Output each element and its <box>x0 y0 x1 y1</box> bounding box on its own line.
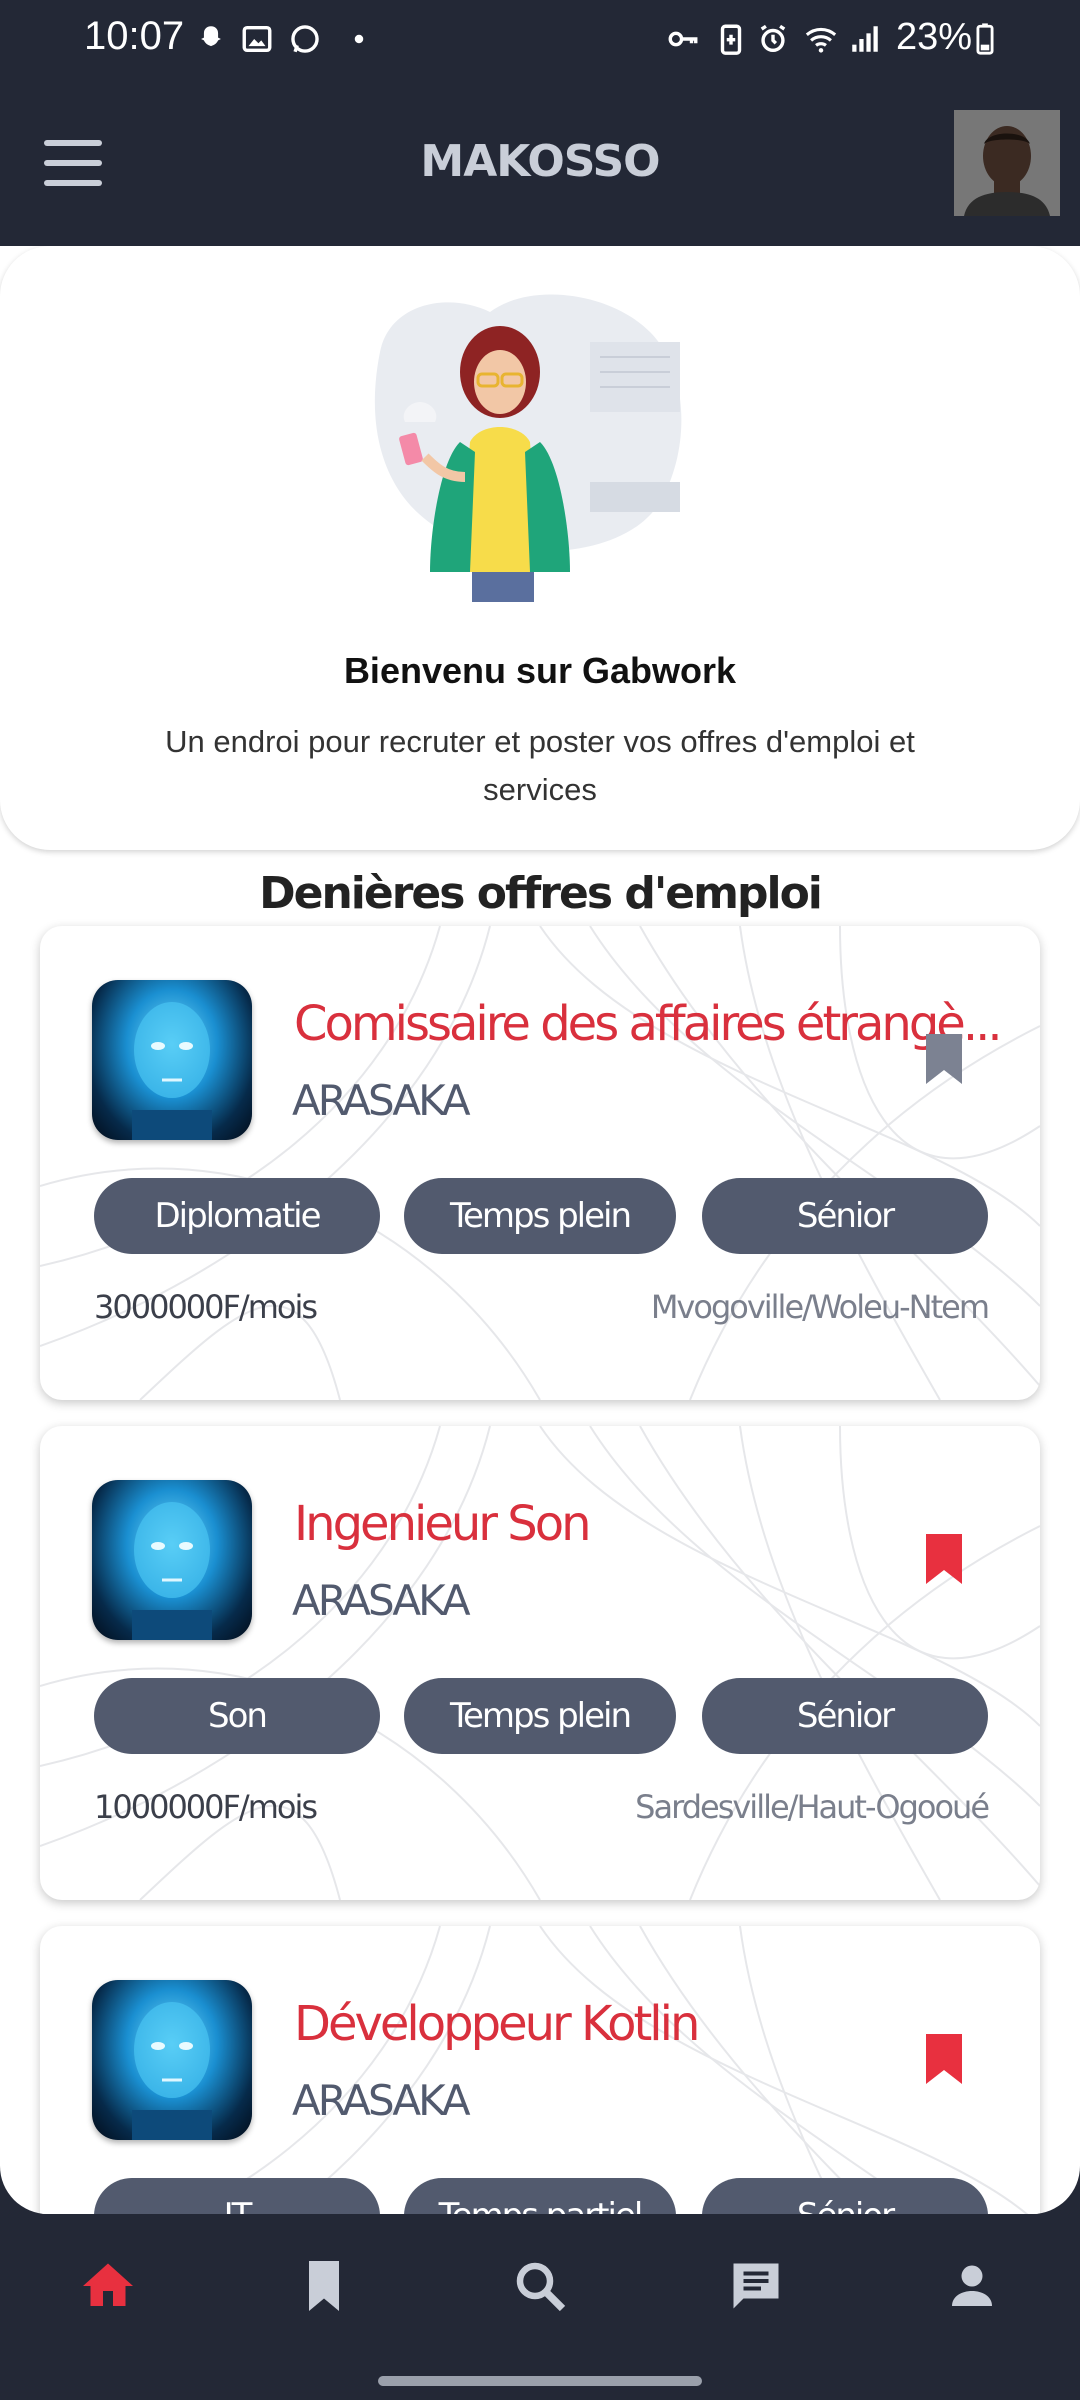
status-bar: 10:07 23% <box>0 0 1080 80</box>
avatar[interactable] <box>954 110 1060 216</box>
contract-tag[interactable]: Temps plein <box>404 1178 676 1254</box>
home-indicator[interactable] <box>378 2376 702 2386</box>
category-tag[interactable]: Diplomatie <box>94 1178 380 1254</box>
battery-percentage: 23% <box>896 16 973 58</box>
bookmark-icon[interactable] <box>924 2034 964 2084</box>
job-card[interactable]: Ingenieur Son ARASAKA Son Temps plein Sé… <box>40 1426 1040 1900</box>
company-logo <box>92 1980 252 2140</box>
app-bar: MAKOSSO <box>0 80 1080 246</box>
welcome-subtitle: Un endroi pour recruter et poster vos of… <box>165 724 915 807</box>
key-icon <box>668 31 698 47</box>
job-company: ARASAKA <box>292 1076 471 1125</box>
company-logo <box>92 980 252 1140</box>
contract-tag[interactable]: Temps partiel <box>404 2178 676 2214</box>
job-salary: 1000000F/mois <box>94 1788 318 1826</box>
section-title: Denières offres d'emploi <box>259 868 823 919</box>
battery-icon <box>976 23 994 55</box>
job-title: Ingenieur Son <box>294 1496 592 1552</box>
gallery-icon <box>242 25 272 53</box>
bookmark-icon[interactable] <box>924 1534 964 1584</box>
whatsapp-icon <box>291 25 319 53</box>
job-salary: 3000000F/mois <box>94 1288 318 1326</box>
contract-tag[interactable]: Temps plein <box>404 1678 676 1754</box>
content-sheet: Bienvenu sur Gabwork Un endroi pour recr… <box>0 246 1080 2214</box>
alarm-icon <box>760 24 786 53</box>
app-title: MAKOSSO <box>420 136 660 187</box>
search-icon[interactable] <box>510 2256 570 2316</box>
job-location: Mvogoville/Woleu-Ntem <box>650 1288 990 1326</box>
snapchat-icon <box>201 26 221 47</box>
level-tag[interactable]: Sénior <box>702 1178 988 1254</box>
bottom-navigation <box>0 2214 1080 2400</box>
welcome-title: Bienvenu sur Gabwork <box>343 650 737 691</box>
category-tag[interactable]: IT <box>94 2178 380 2214</box>
wifi-icon <box>805 27 837 53</box>
level-tag[interactable]: Sénior <box>702 2178 988 2214</box>
level-tag[interactable]: Sénior <box>702 1678 988 1754</box>
profile-icon[interactable] <box>942 2256 1002 2316</box>
dot-icon <box>354 34 364 44</box>
job-card[interactable]: Comissaire des affaires étrangè... ARASA… <box>40 926 1040 1400</box>
welcome-card: Bienvenu sur Gabwork Un endroi pour recr… <box>0 246 1080 850</box>
company-logo <box>92 1480 252 1640</box>
bookmark-icon[interactable] <box>294 2256 354 2316</box>
battery-saver-icon <box>720 24 742 55</box>
home-icon[interactable] <box>78 2256 138 2316</box>
job-location: Sardesville/Haut-Ogooué <box>635 1788 990 1826</box>
job-company: ARASAKA <box>292 1576 471 1625</box>
chat-icon[interactable] <box>726 2256 786 2316</box>
job-card[interactable]: Développeur Kotlin ARASAKA IT Temps part… <box>40 1926 1040 2214</box>
job-company: ARASAKA <box>292 2076 471 2125</box>
signal-icon <box>852 26 878 52</box>
category-tag[interactable]: Son <box>94 1678 380 1754</box>
welcome-illustration <box>374 294 682 602</box>
status-time: 10:07 <box>84 14 185 58</box>
job-title: Développeur Kotlin <box>294 1996 700 2052</box>
bookmark-icon[interactable] <box>924 1034 964 1084</box>
job-title: Comissaire des affaires étrangè... <box>294 996 1003 1052</box>
